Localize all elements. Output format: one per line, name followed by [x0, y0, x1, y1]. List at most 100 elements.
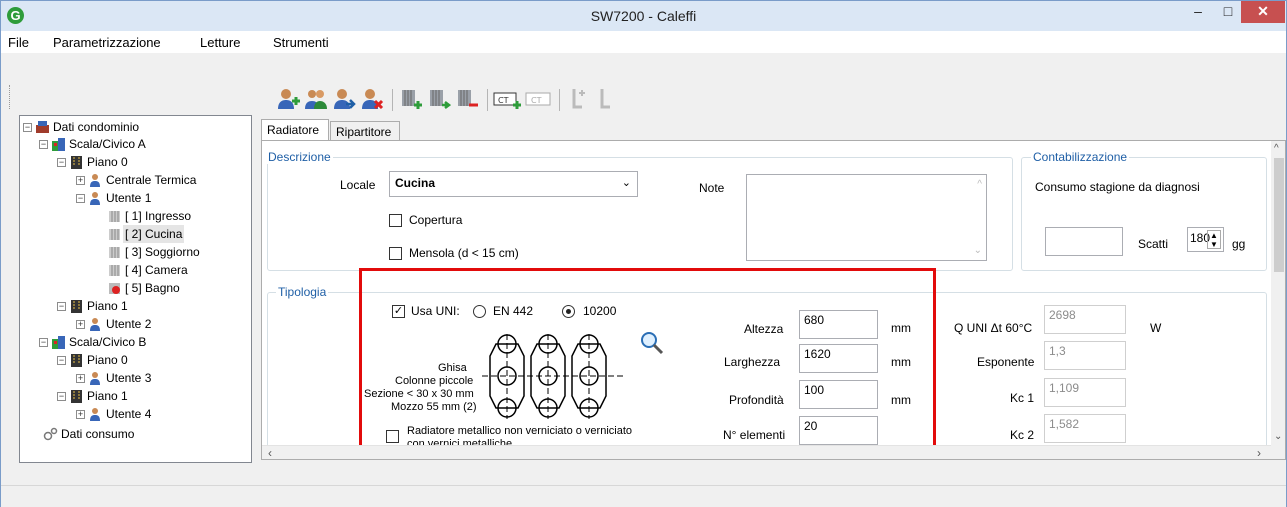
expand-toggle[interactable]: + [76, 374, 85, 383]
svg-text:CT: CT [498, 96, 509, 105]
building-icon [52, 138, 65, 151]
scroll-up-icon[interactable]: ^ [1274, 143, 1279, 154]
scroll-left-icon[interactable]: ‹ [268, 446, 272, 459]
building-icon [52, 336, 65, 349]
menu-strumenti[interactable]: Strumenti [273, 35, 329, 50]
tree-radiator-5[interactable]: [ 5] Bagno [125, 279, 180, 297]
collapse-toggle[interactable]: − [57, 356, 66, 365]
ct-icon[interactable]: CT [525, 87, 553, 111]
scatti-label: Scatti [1138, 237, 1169, 251]
tree-utente-3[interactable]: Utente 3 [106, 369, 151, 387]
radiator-icon [109, 229, 120, 240]
descrizione-title: Descrizione [266, 150, 333, 164]
toolbar: CT CT [261, 83, 761, 115]
tree-view[interactable]: − Dati condominio − Scala/Civico A − Pia… [19, 115, 252, 463]
horizontal-scrollbar[interactable]: ‹ › [262, 445, 1271, 459]
collapse-toggle[interactable]: − [39, 140, 48, 149]
tree-utente-4[interactable]: Utente 4 [106, 405, 151, 423]
tree-piano1-b[interactable]: Piano 1 [87, 387, 128, 405]
kc2-label: Kc 2 [1010, 428, 1035, 442]
esponente-value: 1,3 [1044, 341, 1126, 370]
close-button[interactable]: ✕ [1241, 1, 1285, 23]
radiator-red-icon [109, 283, 120, 294]
add-user-icon[interactable] [276, 87, 300, 111]
note-label: Note [699, 181, 725, 195]
menu-parametrizzazione[interactable]: Parametrizzazione [53, 35, 161, 50]
tree-radiator-4[interactable]: [ 4] Camera [125, 261, 188, 279]
kc1-label: Kc 1 [1010, 391, 1035, 405]
radiator-arrow-icon[interactable] [427, 87, 451, 111]
scroll-up-icon: ^ [977, 179, 982, 190]
esponente-label: Esponente [977, 355, 1035, 369]
tree-root-label[interactable]: Dati condominio [53, 118, 139, 136]
mensola-label: Mensola (d < 15 cm) [409, 246, 519, 260]
tipologia-title: Tipologia [276, 285, 329, 299]
collapse-toggle[interactable]: − [39, 338, 48, 347]
toolbar-separator [392, 89, 393, 111]
window-title: SW7200 - Caleffi [590, 8, 697, 24]
ct-add-icon[interactable]: CT [493, 87, 521, 111]
scroll-right-icon[interactable]: › [1257, 446, 1261, 459]
consumo-label: Consumo stagione da diagnosi [1035, 180, 1200, 194]
valve-icon[interactable] [594, 87, 618, 111]
tree-centrale-termica[interactable]: Centrale Termica [106, 171, 196, 189]
users-icon[interactable] [304, 87, 328, 111]
expand-toggle[interactable]: + [76, 410, 85, 419]
copertura-checkbox[interactable] [389, 214, 402, 227]
collapse-toggle[interactable]: − [57, 302, 66, 311]
scroll-thumb[interactable] [1274, 158, 1284, 272]
toolbar-separator [487, 89, 488, 111]
tree-utente-2[interactable]: Utente 2 [106, 315, 151, 333]
valve-add-icon[interactable] [566, 87, 590, 111]
remove-radiator-icon[interactable] [455, 87, 479, 111]
floor-icon [71, 390, 82, 403]
locale-select[interactable]: Cucina ⌄ [389, 171, 638, 197]
svg-text:CT: CT [531, 96, 542, 105]
menu-bar: File Parametrizzazione Letture Strumenti [1, 31, 1286, 53]
contabilizzazione-title: Contabilizzazione [1031, 150, 1130, 164]
collapse-toggle[interactable]: − [76, 194, 85, 203]
floor-icon [71, 300, 82, 313]
tree-piano0-b[interactable]: Piano 0 [87, 351, 128, 369]
floor-icon [71, 156, 82, 169]
expand-toggle[interactable]: + [76, 320, 85, 329]
spinner-arrows-icon[interactable]: ▲ ▼ [1207, 230, 1221, 249]
consumo-input[interactable] [1045, 227, 1123, 256]
radiator-icon [109, 265, 120, 276]
tree-scala-b[interactable]: Scala/Civico B [69, 333, 146, 351]
maximize-button[interactable]: □ [1211, 1, 1245, 23]
floor-icon [71, 354, 82, 367]
copertura-label: Copertura [409, 213, 463, 227]
mensola-checkbox[interactable] [389, 247, 402, 260]
tree-piano1-a[interactable]: Piano 1 [87, 297, 128, 315]
menu-letture[interactable]: Letture [200, 35, 240, 50]
tab-radiatore[interactable]: Radiatore [261, 119, 329, 141]
menu-file[interactable]: File [8, 35, 29, 50]
user-arrow-icon[interactable] [332, 87, 356, 111]
add-radiator-icon[interactable] [399, 87, 423, 111]
collapse-toggle[interactable]: − [23, 123, 32, 132]
tree-radiator-1[interactable]: [ 1] Ingresso [125, 207, 191, 225]
highlight-frame [359, 268, 936, 459]
gg-spinner[interactable]: 180 ▲ ▼ [1187, 227, 1224, 252]
collapse-toggle[interactable]: − [57, 392, 66, 401]
toolbar-grip[interactable] [9, 85, 11, 109]
expand-toggle[interactable]: + [76, 176, 85, 185]
tree-dati-consumo[interactable]: Dati consumo [61, 425, 134, 443]
scroll-down-icon[interactable]: ⌄ [1274, 431, 1282, 442]
tree-radiator-2-selected[interactable]: [ 2] Cucina [123, 225, 185, 243]
tab-ripartitore[interactable]: Ripartitore [330, 121, 400, 141]
tree-piano0-a[interactable]: Piano 0 [87, 153, 128, 171]
vertical-scrollbar[interactable]: ^ ⌄ [1271, 141, 1285, 459]
tree-radiator-3[interactable]: [ 3] Soggiorno [125, 243, 200, 261]
collapse-toggle[interactable]: − [57, 158, 66, 167]
remove-user-icon[interactable] [360, 87, 384, 111]
tree-utente-1[interactable]: Utente 1 [106, 189, 151, 207]
tree-scala-a[interactable]: Scala/Civico A [69, 135, 146, 153]
minimize-button[interactable]: – [1181, 1, 1215, 23]
user-icon [90, 174, 100, 187]
gears-icon [43, 427, 58, 441]
note-textarea[interactable]: ^ ⌄ [746, 174, 987, 261]
q-uni-value: 2698 [1044, 305, 1126, 334]
status-bar [1, 485, 1286, 507]
